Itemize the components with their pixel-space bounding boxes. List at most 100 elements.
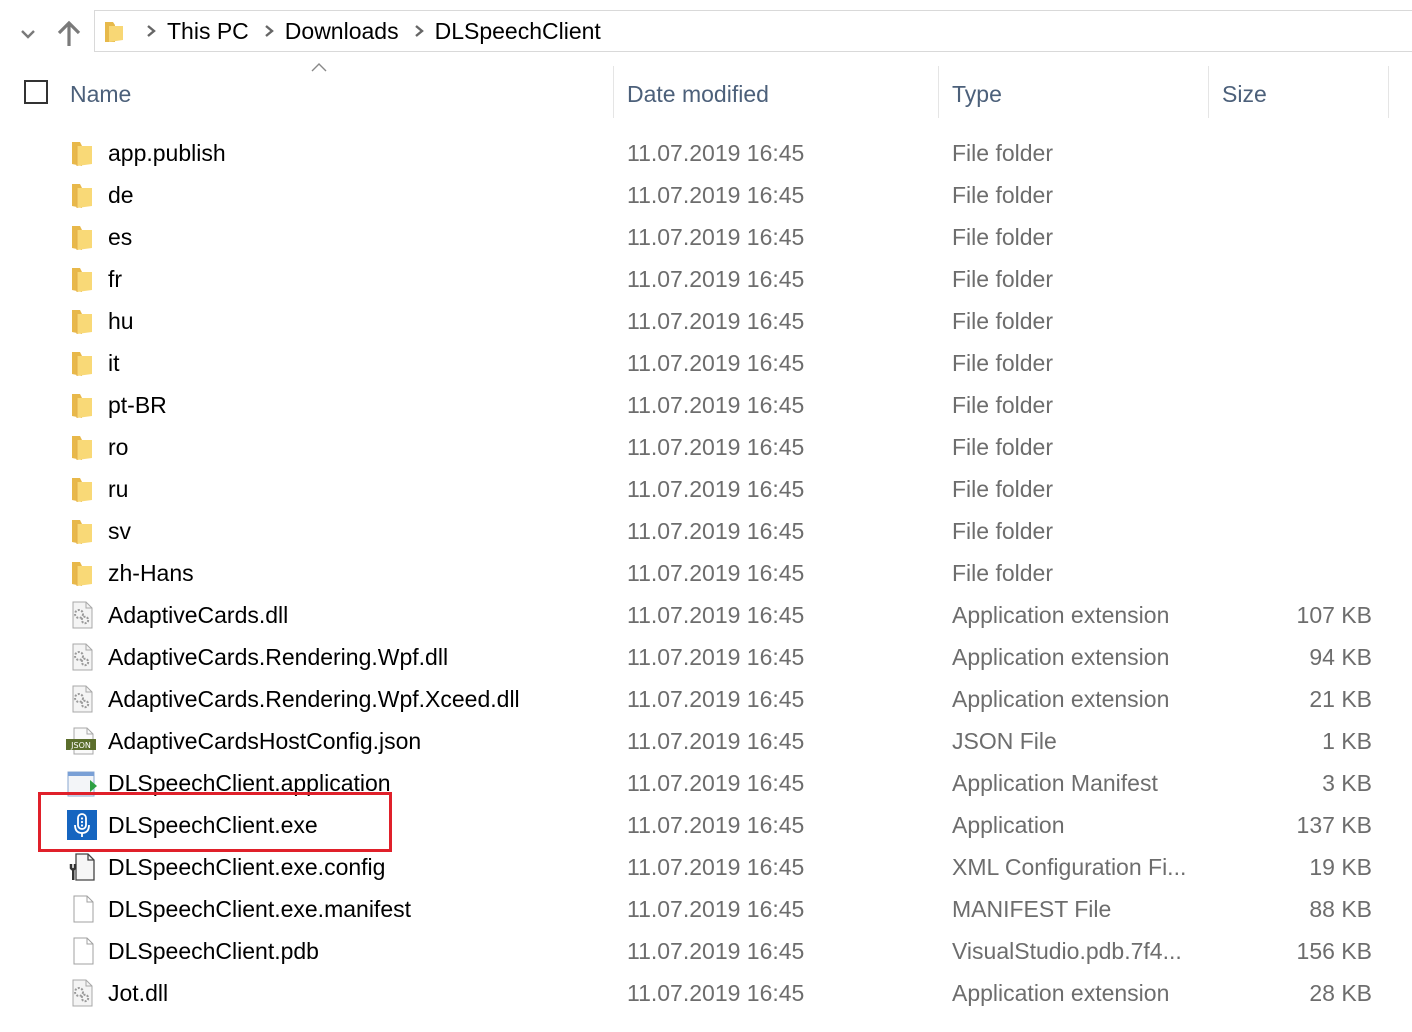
file-date-modified: 11.07.2019 16:45 <box>627 350 805 376</box>
dll-file-icon <box>66 642 98 672</box>
file-date-modified: 11.07.2019 16:45 <box>627 602 805 628</box>
file-row[interactable]: hu 11.07.2019 16:45 File folder <box>0 300 1412 342</box>
column-date-modified[interactable]: Date modified <box>627 66 927 122</box>
file-row[interactable]: pt-BR 11.07.2019 16:45 File folder <box>0 384 1412 426</box>
breadcrumb-this-pc[interactable]: This PC <box>165 18 255 45</box>
file-name: ro <box>108 434 129 460</box>
chevron-right-icon[interactable] <box>255 11 283 51</box>
recent-locations-button[interactable] <box>18 24 38 44</box>
file-size: 19 KB <box>1309 854 1372 880</box>
file-date-modified: 11.07.2019 16:45 <box>627 980 805 1006</box>
file-size: 156 KB <box>1296 938 1372 964</box>
column-name[interactable]: Name <box>70 66 610 122</box>
folder-icon <box>66 516 98 546</box>
file-name: AdaptiveCardsHostConfig.json <box>108 728 422 754</box>
file-date-modified: 11.07.2019 16:45 <box>627 392 805 418</box>
file-type: Application Manifest <box>952 770 1158 796</box>
file-type: JSON File <box>952 728 1057 754</box>
file-type: Application extension <box>952 686 1170 712</box>
blank-file-icon <box>66 894 98 924</box>
column-divider[interactable] <box>938 66 939 118</box>
file-row[interactable]: Jot.dll 11.07.2019 16:45 Application exten… <box>0 972 1412 1014</box>
column-size[interactable]: Size <box>1222 66 1382 122</box>
breadcrumb-downloads[interactable]: Downloads <box>283 18 405 45</box>
file-row[interactable]: sv 11.07.2019 16:45 File folder <box>0 510 1412 552</box>
dll-file-icon <box>66 600 98 630</box>
file-size: 1 KB <box>1322 728 1372 754</box>
folder-icon <box>66 180 98 210</box>
file-name: AdaptiveCards.dll <box>108 602 289 628</box>
file-row[interactable]: ro 11.07.2019 16:45 File folder <box>0 426 1412 468</box>
folder-icon <box>66 306 98 336</box>
file-name: de <box>108 182 134 208</box>
file-date-modified: 11.07.2019 16:45 <box>627 266 805 292</box>
file-row[interactable]: it 11.07.2019 16:45 File folder <box>0 342 1412 384</box>
chevron-down-icon <box>21 30 35 39</box>
column-divider[interactable] <box>613 66 614 118</box>
file-date-modified: 11.07.2019 16:45 <box>627 686 805 712</box>
folder-icon <box>66 390 98 420</box>
file-date-modified: 11.07.2019 16:45 <box>627 644 805 670</box>
file-name: DLSpeechClient.exe.config <box>108 854 386 880</box>
file-row[interactable]: AdaptiveCards.dll 11.07.2019 16:45 Applica… <box>0 594 1412 636</box>
file-name: AdaptiveCards.Rendering.Wpf.dll <box>108 644 449 670</box>
file-size: 21 KB <box>1309 686 1372 712</box>
file-name: DLSpeechClient.application <box>108 770 391 796</box>
file-type: File folder <box>952 308 1053 334</box>
address-bar[interactable]: This PC Downloads DLSpeechClient <box>94 10 1412 52</box>
file-row[interactable]: DLSpeechClient.exe.config 11.07.2019 16:4… <box>0 846 1412 888</box>
file-type: File folder <box>952 182 1053 208</box>
file-name: DLSpeechClient.exe <box>108 812 318 838</box>
file-date-modified: 11.07.2019 16:45 <box>627 224 805 250</box>
file-date-modified: 11.07.2019 16:45 <box>627 938 805 964</box>
file-name: hu <box>108 308 134 334</box>
config-file-icon <box>66 852 98 882</box>
file-name: pt-BR <box>108 392 167 418</box>
file-type: Application extension <box>952 980 1170 1006</box>
file-row[interactable]: zh-Hans 11.07.2019 16:45 File folder <box>0 552 1412 594</box>
file-type: File folder <box>952 266 1053 292</box>
file-type: Application extension <box>952 602 1170 628</box>
column-type[interactable]: Type <box>952 66 1202 122</box>
file-date-modified: 11.07.2019 16:45 <box>627 434 805 460</box>
file-row[interactable]: de 11.07.2019 16:45 File folder <box>0 174 1412 216</box>
file-row[interactable]: DLSpeechClient.exe 11.07.2019 16:45 Applic… <box>0 804 1412 846</box>
file-name: fr <box>108 266 123 292</box>
dll-file-icon <box>66 684 98 714</box>
file-size: 28 KB <box>1309 980 1372 1006</box>
column-divider[interactable] <box>1388 66 1389 118</box>
file-type: Application <box>952 812 1065 838</box>
file-row[interactable]: es 11.07.2019 16:45 File folder <box>0 216 1412 258</box>
column-header: Name Date modified Type Size <box>0 66 1412 122</box>
file-date-modified: 11.07.2019 16:45 <box>627 728 805 754</box>
file-date-modified: 11.07.2019 16:45 <box>627 476 805 502</box>
file-row[interactable]: DLSpeechClient.application 11.07.2019 16:… <box>0 762 1412 804</box>
file-date-modified: 11.07.2019 16:45 <box>627 812 805 838</box>
chevron-right-icon[interactable] <box>405 11 433 51</box>
file-size: 94 KB <box>1309 644 1372 670</box>
file-row[interactable]: DLSpeechClient.exe.manifest 11.07.2019 16… <box>0 888 1412 930</box>
select-all-checkbox[interactable] <box>24 80 48 104</box>
file-row[interactable]: JSON AdaptiveCardsHostConfig.json 11.07.2… <box>0 720 1412 762</box>
up-button[interactable] <box>56 20 82 48</box>
file-size: 3 KB <box>1322 770 1372 796</box>
folder-icon <box>66 348 98 378</box>
chevron-right-icon[interactable] <box>137 11 165 51</box>
file-row[interactable]: DLSpeechClient.pdb 11.07.2019 16:45 Visual… <box>0 930 1412 972</box>
file-row[interactable]: app.publish 11.07.2019 16:45 File folder <box>0 132 1412 174</box>
file-name: sv <box>108 518 131 544</box>
folder-icon <box>66 558 98 588</box>
file-type: File folder <box>952 392 1053 418</box>
folder-icon <box>66 264 98 294</box>
file-row[interactable]: AdaptiveCards.Rendering.Wpf.dll 11.07.201… <box>0 636 1412 678</box>
file-name: DLSpeechClient.exe.manifest <box>108 896 411 922</box>
file-date-modified: 11.07.2019 16:45 <box>627 854 805 880</box>
file-row[interactable]: ru 11.07.2019 16:45 File folder <box>0 468 1412 510</box>
file-row[interactable]: fr 11.07.2019 16:45 File folder <box>0 258 1412 300</box>
file-type: XML Configuration Fi... <box>952 854 1187 880</box>
file-row[interactable]: AdaptiveCards.Rendering.Wpf.Xceed.dll 11.… <box>0 678 1412 720</box>
breadcrumb-dlspeechclient[interactable]: DLSpeechClient <box>433 18 607 45</box>
folder-icon <box>66 138 98 168</box>
dll-file-icon <box>66 978 98 1008</box>
column-divider[interactable] <box>1208 66 1209 118</box>
